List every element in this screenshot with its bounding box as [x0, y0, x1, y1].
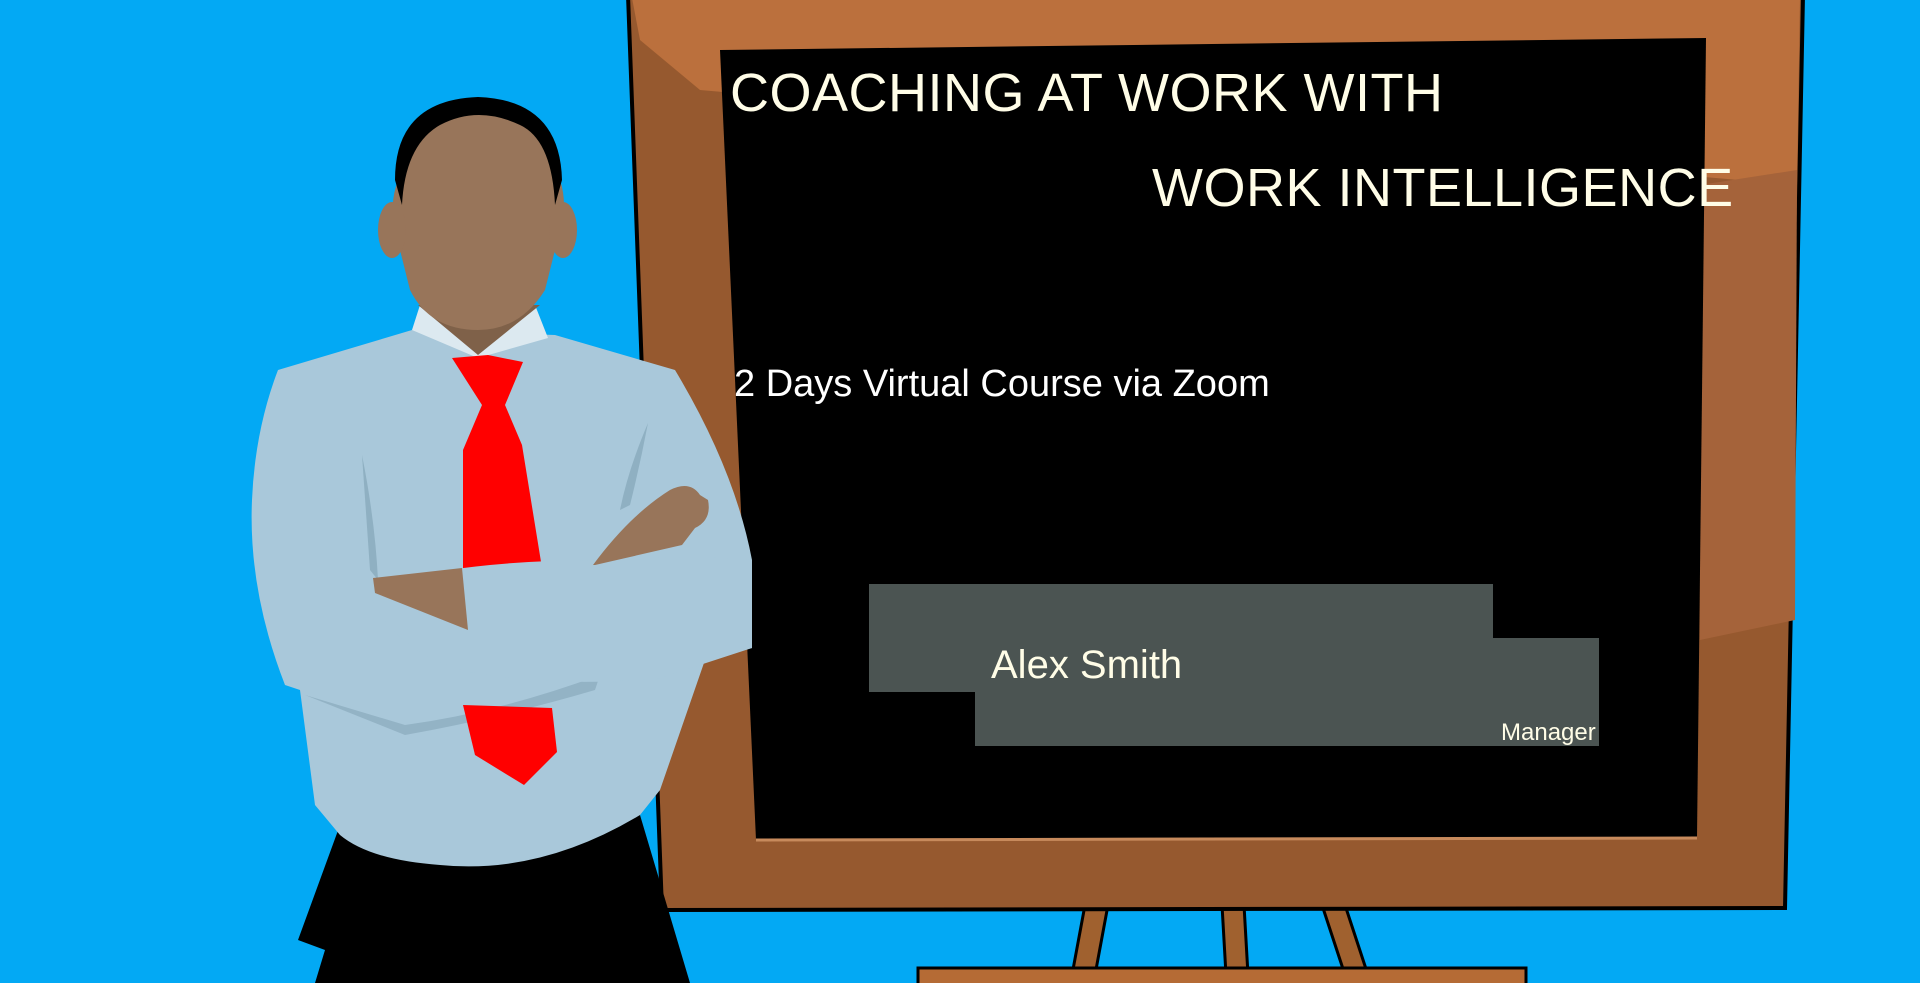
presenter-name: Alex Smith — [991, 643, 1183, 687]
scene-illustration — [251, 0, 1805, 983]
title-line-2: WORK INTELLIGENCE — [1152, 158, 1734, 218]
title-line-1: COACHING AT WORK WITH — [730, 63, 1444, 123]
easel-legs — [916, 903, 1528, 983]
course-subtitle: 2 Days Virtual Course via Zoom — [734, 363, 1270, 405]
slide-canvas: COACHING AT WORK WITH WORK INTELLIGENCE … — [0, 0, 1920, 983]
presenter-role: Manager — [1501, 719, 1596, 746]
